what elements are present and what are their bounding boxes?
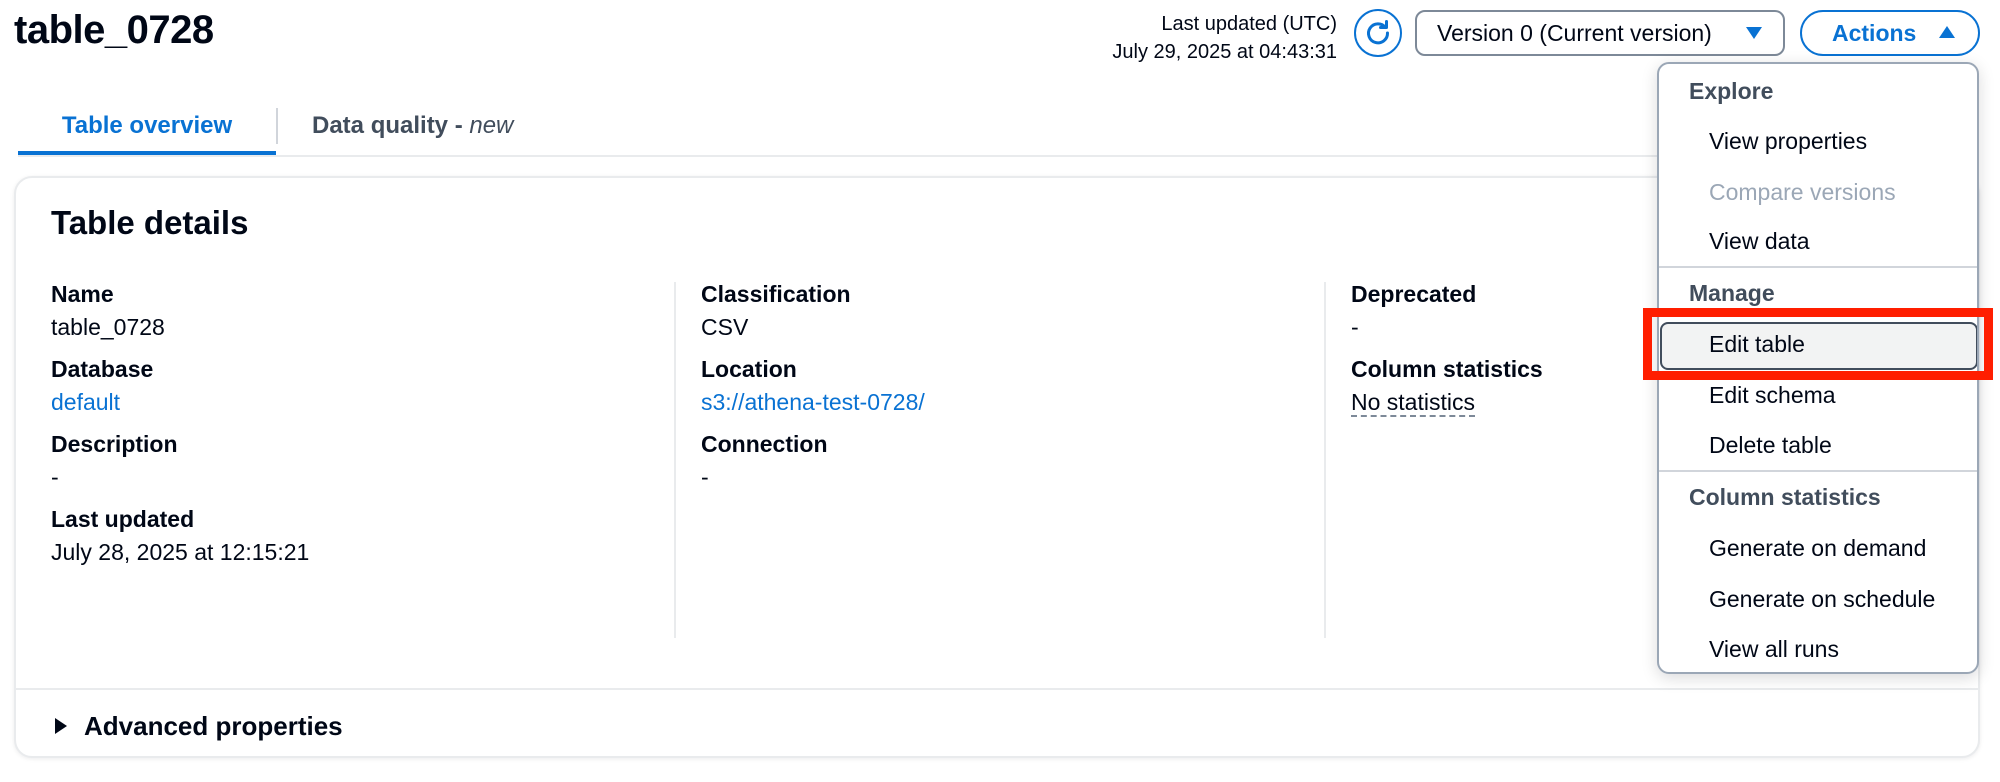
card-title: Table details	[51, 204, 249, 241]
version-select-value: Version 0 (Current version)	[1437, 19, 1712, 46]
menu-item-view-all-runs[interactable]: View all runs	[1709, 636, 1839, 663]
field-value: table_0728	[51, 314, 165, 340]
field-value: -	[701, 464, 709, 490]
menu-group-manage: Manage	[1689, 280, 1775, 306]
refresh-button[interactable]	[1354, 9, 1402, 57]
field-label: Column statistics	[1351, 356, 1543, 382]
field-label: Connection	[701, 431, 828, 457]
details-column-1: Name table_0728 Database default Descrip…	[51, 278, 681, 634]
column-divider	[674, 282, 676, 638]
field-value: -	[1351, 314, 1359, 340]
advanced-properties-toggle[interactable]: Advanced properties	[54, 704, 343, 748]
tab-new-badge: new	[469, 112, 514, 139]
column-divider	[1324, 282, 1326, 638]
page-title: table_0728	[14, 8, 214, 52]
field-label: Database	[51, 356, 154, 382]
field-database: Database default	[51, 353, 153, 419]
menu-item-view-data[interactable]: View data	[1709, 228, 1810, 255]
location-link[interactable]: s3://athena-test-0728/	[701, 385, 925, 419]
tab-table-overview[interactable]: Table overview	[18, 100, 276, 156]
tab-data-quality[interactable]: Data quality - new	[312, 100, 513, 156]
refresh-icon	[1367, 20, 1390, 45]
annotation-highlight-box	[1643, 308, 1993, 380]
advanced-properties-label: Advanced properties	[84, 710, 343, 741]
menu-item-edit-schema[interactable]: Edit schema	[1709, 382, 1836, 409]
card-divider	[16, 688, 1978, 690]
actions-label: Actions	[1832, 19, 1917, 46]
field-location: Location s3://athena-test-0728/	[701, 353, 925, 419]
database-link[interactable]: default	[51, 385, 153, 419]
field-classification: Classification CSV	[701, 278, 851, 344]
tab-data-quality-label: Data quality -	[312, 112, 470, 139]
caret-down-icon	[1746, 27, 1762, 39]
last-updated-label: Last updated (UTC)	[1161, 13, 1337, 35]
menu-separator	[1659, 470, 1977, 472]
details-column-2: Classification CSV Location s3://athena-…	[701, 278, 1331, 634]
version-select[interactable]: Version 0 (Current version)	[1415, 10, 1785, 56]
menu-group-column-statistics: Column statistics	[1689, 484, 1881, 510]
field-label: Location	[701, 356, 797, 382]
menu-item-compare-versions: Compare versions	[1709, 179, 1896, 205]
field-description: Description -	[51, 428, 178, 494]
field-column-statistics: Column statistics No statistics	[1351, 353, 1543, 419]
caret-up-icon	[1939, 26, 1955, 38]
field-label: Deprecated	[1351, 281, 1477, 307]
field-label: Name	[51, 281, 114, 307]
menu-separator	[1659, 266, 1977, 268]
field-last-updated: Last updated July 28, 2025 at 12:15:21	[51, 503, 309, 569]
field-value: CSV	[701, 314, 749, 340]
field-label: Last updated	[51, 506, 195, 532]
field-deprecated: Deprecated -	[1351, 278, 1476, 344]
actions-button[interactable]: Actions	[1800, 10, 1980, 56]
menu-item-generate-on-demand[interactable]: Generate on demand	[1709, 535, 1926, 562]
menu-item-generate-on-schedule[interactable]: Generate on schedule	[1709, 586, 1935, 613]
field-value: -	[51, 464, 59, 490]
last-updated-info: Last updated (UTC) July 29, 2025 at 04:4…	[1112, 10, 1337, 66]
field-connection: Connection -	[701, 428, 828, 494]
menu-item-view-properties[interactable]: View properties	[1709, 128, 1867, 155]
column-statistics-popover[interactable]: No statistics	[1351, 389, 1475, 417]
tabs-underline	[18, 155, 1658, 157]
last-updated-value: July 29, 2025 at 04:43:31	[1112, 41, 1337, 63]
field-value: July 28, 2025 at 12:15:21	[51, 539, 310, 565]
field-label: Classification	[701, 281, 851, 307]
menu-group-explore: Explore	[1689, 78, 1774, 104]
tab-divider	[276, 108, 278, 144]
menu-item-delete-table[interactable]: Delete table	[1709, 432, 1832, 459]
caret-right-icon	[55, 718, 67, 734]
field-label: Description	[51, 431, 178, 457]
field-name: Name table_0728	[51, 278, 165, 344]
